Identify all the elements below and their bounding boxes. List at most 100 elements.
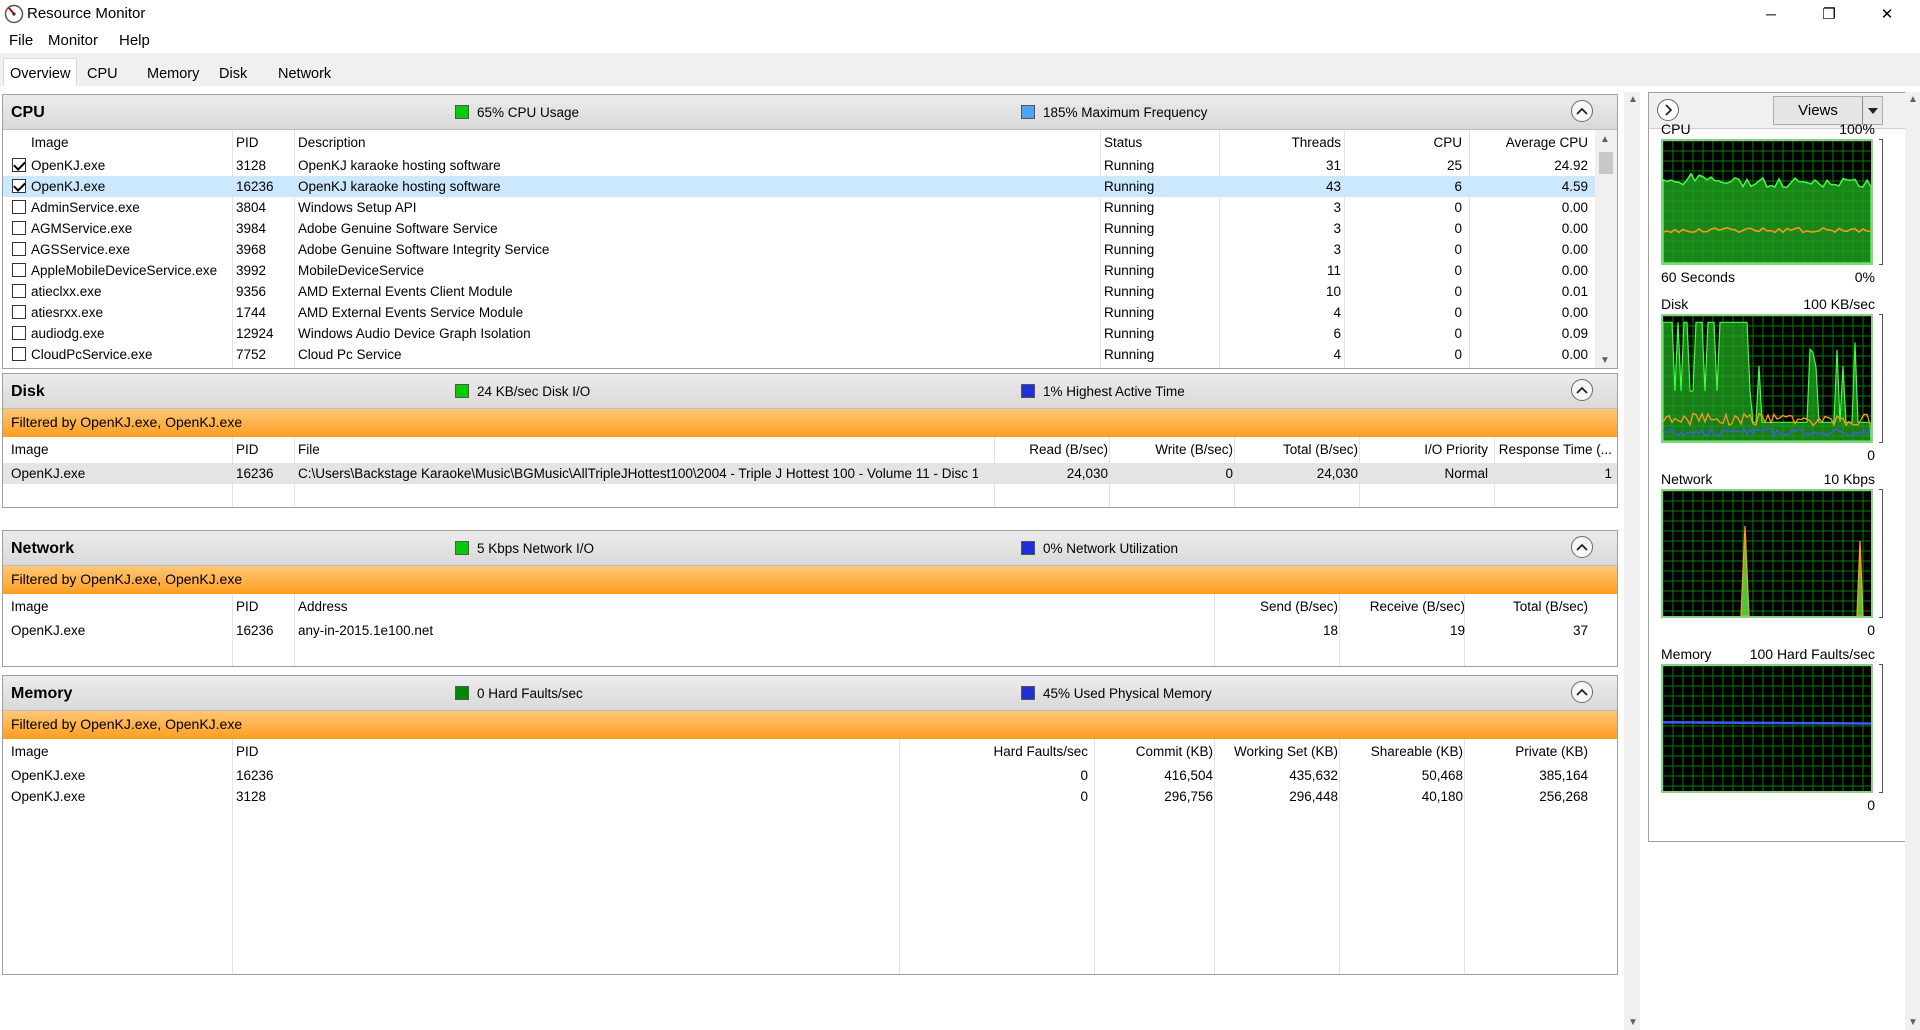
scroll-up-icon[interactable]: ▲ xyxy=(1628,94,1638,105)
menu-help[interactable]: Help xyxy=(119,32,150,49)
network-header-0[interactable]: Image xyxy=(11,599,226,614)
cpu-cell-4: 3 xyxy=(1333,242,1341,257)
table-row[interactable]: CloudPcService.exe 7752 Cloud Pc Service Ru… xyxy=(3,344,1597,365)
memory-header-3[interactable]: Commit (KB) xyxy=(1098,744,1213,759)
menu-file[interactable]: File xyxy=(9,32,33,49)
network-header-5[interactable]: Total (B/sec) xyxy=(1468,599,1588,614)
process-checkbox[interactable] xyxy=(12,200,26,214)
collapse-memory-button[interactable] xyxy=(1571,681,1593,703)
disk-header-5[interactable]: Total (B/sec) xyxy=(1238,442,1358,457)
tab-overview[interactable]: Overview xyxy=(3,58,78,86)
scroll-down-icon[interactable]: ▼ xyxy=(1628,1017,1638,1028)
cpu-cell-5: 6 xyxy=(1454,179,1462,194)
cpu-panel-header[interactable]: CPU 65% CPU Usage 185% Maximum Frequency xyxy=(3,95,1617,130)
memory-header-6[interactable]: Private (KB) xyxy=(1468,744,1588,759)
table-row[interactable]: atiesrxx.exe 1744 AMD External Events Serv… xyxy=(3,302,1597,323)
main-scrollbar[interactable]: ▲ ▼ xyxy=(1624,92,1640,1030)
cpu-header-2[interactable]: Description xyxy=(298,135,1098,150)
process-checkbox[interactable] xyxy=(12,326,26,340)
scroll-up-icon[interactable]: ▲ xyxy=(1600,134,1610,145)
tab-network[interactable]: Network xyxy=(272,61,337,86)
close-button[interactable]: ✕ xyxy=(1858,0,1916,28)
table-row[interactable]: AGSService.exe 3968 Adobe Genuine Software… xyxy=(3,239,1597,260)
network-cell-4: 19 xyxy=(1449,623,1465,638)
cpu-table-scrollbar[interactable]: ▲ ▼ xyxy=(1595,130,1617,368)
process-checkbox[interactable] xyxy=(12,284,26,298)
sidebar-scrollbar[interactable]: ▲ ▼ xyxy=(1905,92,1920,1030)
collapse-disk-button[interactable] xyxy=(1571,379,1593,401)
process-checkbox[interactable] xyxy=(12,158,26,172)
disk-header-4[interactable]: Write (B/sec) xyxy=(1113,442,1233,457)
network-header-1[interactable]: PID xyxy=(236,599,296,614)
memory-header-4[interactable]: Working Set (KB) xyxy=(1218,744,1338,759)
restore-icon: ❐ xyxy=(1822,6,1836,23)
process-checkbox[interactable] xyxy=(12,179,26,193)
network-panel-header[interactable]: Network 5 Kbps Network I/O 0% Network Ut… xyxy=(3,531,1617,566)
cpu-header-1[interactable]: PID xyxy=(236,135,296,150)
process-checkbox[interactable] xyxy=(12,263,26,277)
cpu-cell-0: atieclxx.exe xyxy=(31,284,102,299)
table-row[interactable]: AdminService.exe 3804 Windows Setup API Run… xyxy=(3,197,1597,218)
scroll-thumb[interactable] xyxy=(1599,152,1613,174)
scroll-down-icon[interactable]: ▼ xyxy=(1600,355,1610,366)
table-row[interactable]: audiodg.exe 12924 Windows Audio Device Gra… xyxy=(3,323,1597,344)
network-header-4[interactable]: Receive (B/sec) xyxy=(1343,599,1465,614)
memory-header-1[interactable]: PID xyxy=(236,744,296,759)
cpu-header-6[interactable]: Average CPU xyxy=(1473,135,1588,150)
table-row[interactable]: atieclxx.exe 9356 AMD External Events Clie… xyxy=(3,281,1597,302)
tab-memory[interactable]: Memory xyxy=(141,61,205,86)
cpu-cell-1: 3804 xyxy=(236,200,267,215)
cpu-cell-5: 0 xyxy=(1454,242,1462,257)
menu-monitor[interactable]: Monitor xyxy=(48,32,98,49)
disk-header-6[interactable]: I/O Priority xyxy=(1363,442,1488,457)
cpu-cell-6: 0.00 xyxy=(1561,263,1588,278)
table-row[interactable]: OpenKJ.exe 3128 0 296,756 296,448 40,180 256,2… xyxy=(3,786,1617,807)
disk-panel-header[interactable]: Disk 24 KB/sec Disk I/O 1% Highest Activ… xyxy=(3,374,1617,409)
disk-header-1[interactable]: PID xyxy=(236,442,296,457)
expand-graphs-button[interactable] xyxy=(1657,99,1679,121)
minimize-button[interactable]: ─ xyxy=(1742,0,1800,28)
memory-header-0[interactable]: Image xyxy=(11,744,226,759)
resource-monitor-icon xyxy=(4,4,24,24)
cpu-header-4[interactable]: Threads xyxy=(1223,135,1341,150)
graph-3 xyxy=(1661,664,1873,793)
cpu-header-0[interactable]: Image xyxy=(31,135,231,150)
tab-disk[interactable]: Disk xyxy=(213,61,253,86)
tab-cpu[interactable]: CPU xyxy=(81,61,124,86)
maximize-button[interactable]: ❐ xyxy=(1800,0,1858,28)
memory-header-2[interactable]: Hard Faults/sec xyxy=(903,744,1088,759)
disk-header-0[interactable]: Image xyxy=(11,442,226,457)
table-row[interactable]: OpenKJ.exe 16236 OpenKJ karaoke hosting so… xyxy=(3,176,1597,197)
table-row[interactable]: AppleMobileDeviceService.exe 3992 MobileDe… xyxy=(3,260,1597,281)
cpu-cell-6: 0.00 xyxy=(1561,200,1588,215)
process-checkbox[interactable] xyxy=(12,242,26,256)
disk-header-3[interactable]: Read (B/sec) xyxy=(998,442,1108,457)
table-row[interactable]: OpenKJ.exe 16236 any-in-2015.1e100.net 18 19… xyxy=(3,620,1617,641)
scroll-up-icon[interactable]: ▲ xyxy=(1908,94,1918,105)
table-row[interactable]: AGMService.exe 3984 Adobe Genuine Software… xyxy=(3,218,1597,239)
cpu-cell-0: AppleMobileDeviceService.exe xyxy=(31,263,218,278)
close-icon: ✕ xyxy=(1880,6,1894,23)
memory-header-5[interactable]: Shareable (KB) xyxy=(1343,744,1463,759)
process-checkbox[interactable] xyxy=(12,221,26,235)
physical-memory-swatch xyxy=(1021,686,1035,700)
process-checkbox[interactable] xyxy=(12,347,26,361)
scroll-down-icon[interactable]: ▼ xyxy=(1908,1017,1918,1028)
cpu-header-5[interactable]: CPU xyxy=(1348,135,1462,150)
memory-panel-header[interactable]: Memory 0 Hard Faults/sec 45% Used Physic… xyxy=(3,676,1617,711)
cpu-header-3[interactable]: Status xyxy=(1104,135,1214,150)
table-row[interactable]: OpenKJ.exe 3128 OpenKJ karaoke hosting sof… xyxy=(3,155,1597,176)
network-header-3[interactable]: Send (B/sec) xyxy=(1218,599,1338,614)
table-row[interactable]: OpenKJ.exe 16236 C:\Users\Backstage Karaok… xyxy=(3,463,1617,484)
views-label: Views xyxy=(1798,102,1838,119)
cpu-cell-6: 24.92 xyxy=(1554,158,1588,173)
table-row[interactable]: OpenKJ.exe 16236 0 416,504 435,632 50,468 385,… xyxy=(3,765,1617,786)
network-header-2[interactable]: Address xyxy=(298,599,998,614)
disk-header-2[interactable]: File xyxy=(298,442,978,457)
collapse-network-button[interactable] xyxy=(1571,536,1593,558)
process-checkbox[interactable] xyxy=(12,305,26,319)
cpu-cell-6: 0.01 xyxy=(1561,284,1588,299)
collapse-cpu-button[interactable] xyxy=(1571,100,1593,122)
disk-header-7[interactable]: Response Time (... xyxy=(1498,442,1612,457)
max-frequency-stat: 185% Maximum Frequency xyxy=(1043,105,1208,120)
